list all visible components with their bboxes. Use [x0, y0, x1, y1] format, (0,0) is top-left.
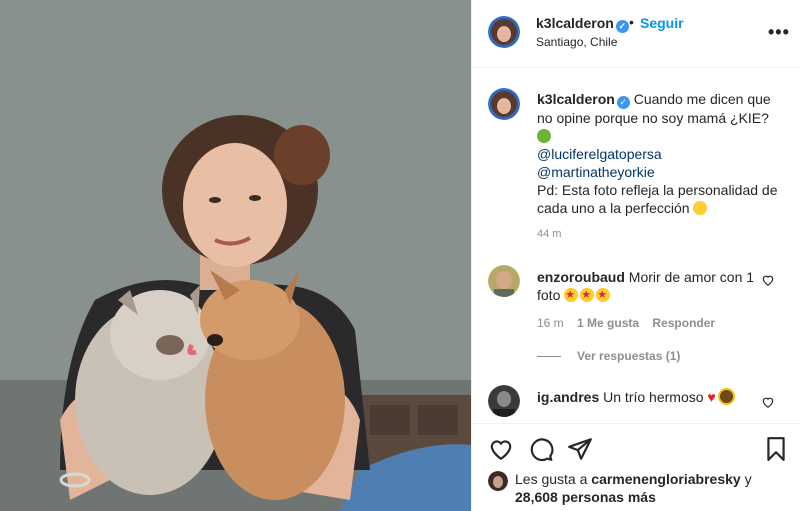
- comment-like-heart-icon[interactable]: [761, 395, 775, 409]
- bookmark-icon: [767, 437, 785, 461]
- caption-body: k3lcalderon ✓ Cuando me dicen que no opin…: [537, 90, 787, 217]
- commenter-avatar[interactable]: [488, 265, 520, 297]
- star-eyes-emoji-icon: [564, 286, 579, 304]
- save-button[interactable]: [763, 436, 789, 462]
- separator-dot: •: [629, 14, 634, 30]
- comment-like-heart-icon[interactable]: [761, 273, 775, 287]
- comment-body: ig.andres Un trío hermoso ♥: [537, 388, 762, 406]
- liker-avatar[interactable]: [488, 471, 508, 491]
- comment-likes-count[interactable]: 1 Me gusta: [577, 316, 639, 330]
- avatar-image: [488, 16, 520, 48]
- comment-body: enzoroubaud Morir de amor con 1 foto: [537, 268, 762, 304]
- caption-avatar[interactable]: [488, 88, 520, 120]
- more-options-icon[interactable]: •••: [768, 22, 790, 43]
- follow-button[interactable]: Seguir: [640, 15, 684, 31]
- caption-timestamp[interactable]: 44 m: [537, 228, 561, 240]
- grin-sweat-emoji-icon: [693, 201, 708, 215]
- post-photo[interactable]: [0, 0, 471, 511]
- likes-conj: y: [744, 471, 752, 487]
- star-eyes-emoji-icon: [580, 286, 595, 304]
- paper-plane-icon: [568, 438, 592, 460]
- author-avatar[interactable]: [488, 16, 520, 48]
- likes-summary: Les gusta a carmenengloriabresky y 28,60…: [515, 470, 795, 506]
- red-heart-emoji-icon: ♥: [707, 389, 716, 405]
- star-eyes-emoji-icon: [596, 286, 611, 304]
- instagram-post: k3lcalderon ✓ • Seguir Santiago, Chile ••…: [0, 0, 800, 511]
- verified-badge-icon: ✓: [615, 20, 629, 33]
- heart-icon: [490, 440, 512, 461]
- caption-username[interactable]: k3lcalderon: [537, 91, 615, 107]
- post-actions: Les gusta a carmenengloriabresky y 28,60…: [472, 423, 800, 511]
- author-username-text[interactable]: k3lcalderon: [536, 15, 614, 31]
- verified-badge-icon: ✓: [616, 96, 630, 109]
- avatar-image: [488, 471, 508, 491]
- comment-timestamp[interactable]: 16 m: [537, 316, 564, 330]
- likes-count[interactable]: 28,608 personas más: [515, 489, 656, 505]
- comment-text: Un trío hermoso: [603, 389, 704, 405]
- comment-username[interactable]: enzoroubaud: [537, 269, 625, 285]
- sunflower-emoji-icon: [719, 390, 733, 403]
- photo-illustration: [0, 0, 471, 511]
- liker-username[interactable]: carmenengloriabresky: [591, 471, 740, 487]
- mention-link[interactable]: @luciferelgatopersa: [537, 145, 787, 163]
- author-username[interactable]: k3lcalderon ✓: [536, 15, 629, 33]
- post-location[interactable]: Santiago, Chile: [536, 35, 617, 49]
- lizard-emoji-icon: [537, 129, 551, 143]
- comment-username[interactable]: ig.andres: [537, 389, 599, 405]
- like-button[interactable]: [488, 436, 514, 462]
- comment-button[interactable]: [528, 436, 554, 462]
- commenter-avatar[interactable]: [488, 385, 520, 417]
- avatar-image: [488, 385, 520, 417]
- reply-button[interactable]: Responder: [652, 316, 715, 330]
- mention-link[interactable]: @martinatheyorkie: [537, 163, 787, 181]
- likes-prefix: Les gusta a: [515, 471, 588, 487]
- view-replies-button[interactable]: Ver respuestas (1): [537, 349, 680, 363]
- comment-meta: 16 m 1 Me gusta Responder: [537, 316, 725, 330]
- avatar-image: [488, 265, 520, 297]
- avatar-image: [488, 88, 520, 120]
- comment-icon: [530, 438, 554, 462]
- caption-pd-text: Pd: Esta foto refleja la personalidad de…: [537, 182, 778, 216]
- share-button[interactable]: [567, 436, 593, 462]
- post-header: k3lcalderon ✓ • Seguir Santiago, Chile ••…: [472, 0, 800, 68]
- side-panel: k3lcalderon ✓ • Seguir Santiago, Chile ••…: [471, 0, 800, 511]
